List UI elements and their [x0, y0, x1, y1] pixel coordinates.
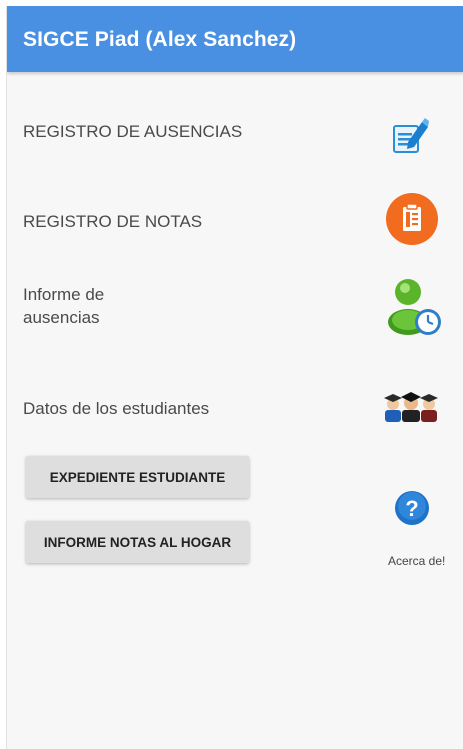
app-screen: SIGCE Piad (Alex Sanchez) REGISTRO DE AU… [6, 6, 463, 749]
user-clock-icon[interactable] [386, 274, 444, 336]
registro-notas-label[interactable]: REGISTRO DE NOTAS [23, 210, 202, 233]
informe-ausencias-label[interactable]: Informe de ausencias [23, 283, 104, 329]
registro-ausencias-label[interactable]: REGISTRO DE AUSENCIAS [23, 120, 242, 143]
datos-estudiantes-label[interactable]: Datos de los estudiantes [23, 397, 209, 420]
informe-notas-hogar-button[interactable]: INFORME NOTAS AL HOGAR [26, 521, 249, 563]
informe-ausencias-line1: Informe de [23, 285, 105, 304]
help-icon[interactable]: ? [395, 491, 429, 525]
expediente-estudiante-button[interactable]: EXPEDIENTE ESTUDIANTE [26, 456, 249, 498]
app-title: SIGCE Piad (Alex Sanchez) [23, 28, 297, 51]
app-bar: SIGCE Piad (Alex Sanchez) [7, 6, 463, 72]
acerca-label[interactable]: Acerca de! [388, 554, 445, 568]
informe-ausencias-line2: ausencias [23, 308, 100, 327]
edit-document-icon[interactable] [391, 118, 429, 154]
graduates-icon[interactable] [381, 392, 441, 422]
clipboard-icon[interactable] [386, 193, 438, 245]
svg-text:?: ? [405, 496, 418, 521]
